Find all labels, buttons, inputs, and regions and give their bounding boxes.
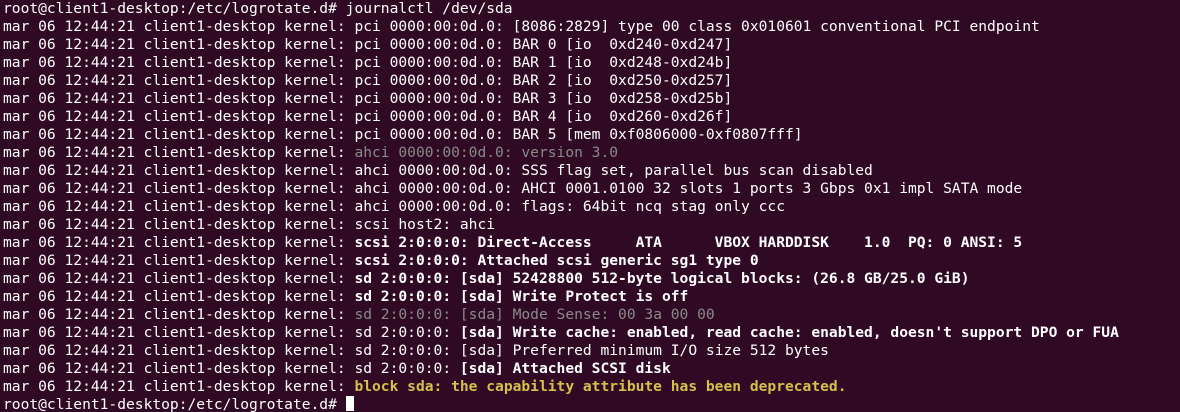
log-prefix: mar 06 12:44:21 client1-desktop kernel: bbox=[3, 18, 355, 35]
terminal-window[interactable]: root@client1-desktop:/etc/logrotate.d# j… bbox=[0, 0, 1180, 412]
log-message: ahci 0000:00:0d.0: SSS flag set, paralle… bbox=[354, 162, 873, 179]
log-line: mar 06 12:44:21 client1-desktop kernel: … bbox=[0, 270, 1180, 288]
log-line: mar 06 12:44:21 client1-desktop kernel: … bbox=[0, 18, 1180, 36]
log-message: sd 2:0:0:0: [sda] 52428800 512-byte logi… bbox=[354, 270, 970, 287]
log-message: pci 0000:00:0d.0: BAR 4 [io 0xd260-0xd26… bbox=[354, 108, 733, 125]
log-message: [sda] Write cache: enabled, read cache: … bbox=[459, 324, 1119, 341]
log-line: mar 06 12:44:21 client1-desktop kernel: … bbox=[0, 144, 1180, 162]
log-message: ahci 0000:00:0d.0: flags: 64bit ncq stag… bbox=[354, 198, 785, 215]
log-line: mar 06 12:44:21 client1-desktop kernel: … bbox=[0, 162, 1180, 180]
log-line: mar 06 12:44:21 client1-desktop kernel: … bbox=[0, 36, 1180, 54]
log-line: mar 06 12:44:21 client1-desktop kernel: … bbox=[0, 378, 1180, 396]
log-prefix: mar 06 12:44:21 client1-desktop kernel: bbox=[3, 378, 355, 395]
log-message: Mode Sense: 00 3a 00 00 bbox=[503, 306, 715, 323]
log-source: sd 2:0:0:0: bbox=[354, 360, 460, 377]
log-message: pci 0000:00:0d.0: BAR 2 [io 0xd250-0xd25… bbox=[354, 72, 733, 89]
log-prefix: mar 06 12:44:21 client1-desktop kernel: bbox=[3, 288, 355, 305]
log-message: scsi 2:0:0:0: Direct-Access ATA VBOX HAR… bbox=[354, 234, 1023, 251]
log-message: scsi host2: ahci bbox=[354, 216, 496, 233]
prompt-text: root@client1-desktop:/etc/logrotate.d# bbox=[3, 396, 346, 412]
log-prefix: mar 06 12:44:21 client1-desktop kernel: bbox=[3, 162, 355, 179]
log-line: mar 06 12:44:21 client1-desktop kernel: … bbox=[0, 234, 1180, 252]
log-source: sd 2:0:0:0: [sda] bbox=[354, 306, 504, 323]
log-message: sd 2:0:0:0: [sda] Write Protect is off bbox=[354, 288, 689, 305]
log-prefix: mar 06 12:44:21 client1-desktop kernel: bbox=[3, 180, 355, 197]
log-line: mar 06 12:44:21 client1-desktop kernel: … bbox=[0, 306, 1180, 324]
log-prefix: mar 06 12:44:21 client1-desktop kernel: bbox=[3, 54, 355, 71]
log-prefix: mar 06 12:44:21 client1-desktop kernel: bbox=[3, 108, 355, 125]
log-prefix: mar 06 12:44:21 client1-desktop kernel: bbox=[3, 126, 355, 143]
log-line: mar 06 12:44:21 client1-desktop kernel: … bbox=[0, 180, 1180, 198]
log-message: ahci 0000:00:0d.0: version 3.0 bbox=[354, 144, 619, 161]
log-prefix: mar 06 12:44:21 client1-desktop kernel: bbox=[3, 90, 355, 107]
log-line: mar 06 12:44:21 client1-desktop kernel: … bbox=[0, 324, 1180, 342]
log-message: block sda: the capability attribute has … bbox=[354, 378, 847, 395]
log-prefix: mar 06 12:44:21 client1-desktop kernel: bbox=[3, 144, 355, 161]
log-message: pci 0000:00:0d.0: BAR 1 [io 0xd248-0xd24… bbox=[354, 54, 733, 71]
log-prefix: mar 06 12:44:21 client1-desktop kernel: bbox=[3, 306, 355, 323]
log-source: sd 2:0:0:0: bbox=[354, 324, 460, 341]
log-source: sd 2:0:0:0: bbox=[354, 342, 460, 359]
log-line: mar 06 12:44:21 client1-desktop kernel: … bbox=[0, 108, 1180, 126]
log-message: scsi 2:0:0:0: Attached scsi generic sg1 … bbox=[354, 252, 759, 269]
log-line: mar 06 12:44:21 client1-desktop kernel: … bbox=[0, 216, 1180, 234]
log-message: ahci 0000:00:0d.0: AHCI 0001.0100 32 slo… bbox=[354, 180, 1023, 197]
log-message: [sda] Attached SCSI disk bbox=[459, 360, 671, 377]
log-line: mar 06 12:44:21 client1-desktop kernel: … bbox=[0, 342, 1180, 360]
log-prefix: mar 06 12:44:21 client1-desktop kernel: bbox=[3, 342, 355, 359]
log-line: mar 06 12:44:21 client1-desktop kernel: … bbox=[0, 288, 1180, 306]
log-message: [sda] Preferred minimum I/O size 512 byt… bbox=[459, 342, 829, 359]
log-prefix: mar 06 12:44:21 client1-desktop kernel: bbox=[3, 270, 355, 287]
log-prefix: mar 06 12:44:21 client1-desktop kernel: bbox=[3, 324, 355, 341]
log-prefix: mar 06 12:44:21 client1-desktop kernel: bbox=[3, 36, 355, 53]
log-line: mar 06 12:44:21 client1-desktop kernel: … bbox=[0, 360, 1180, 378]
log-prefix: mar 06 12:44:21 client1-desktop kernel: bbox=[3, 198, 355, 215]
text-cursor bbox=[345, 396, 354, 411]
log-line: mar 06 12:44:21 client1-desktop kernel: … bbox=[0, 72, 1180, 90]
log-message: pci 0000:00:0d.0: BAR 0 [io 0xd240-0xd24… bbox=[354, 36, 733, 53]
log-line: mar 06 12:44:21 client1-desktop kernel: … bbox=[0, 252, 1180, 270]
log-message: pci 0000:00:0d.0: BAR 5 [mem 0xf0806000-… bbox=[354, 126, 803, 143]
log-prefix: mar 06 12:44:21 client1-desktop kernel: bbox=[3, 360, 355, 377]
shell-prompt[interactable]: root@client1-desktop:/etc/logrotate.d# bbox=[0, 396, 1180, 412]
log-message: pci 0000:00:0d.0: BAR 3 [io 0xd258-0xd25… bbox=[354, 90, 733, 107]
log-line: mar 06 12:44:21 client1-desktop kernel: … bbox=[0, 54, 1180, 72]
log-message: pci 0000:00:0d.0: [8086:2829] type 00 cl… bbox=[354, 18, 1040, 35]
log-prefix: mar 06 12:44:21 client1-desktop kernel: bbox=[3, 72, 355, 89]
log-line: mar 06 12:44:21 client1-desktop kernel: … bbox=[0, 90, 1180, 108]
log-prefix: mar 06 12:44:21 client1-desktop kernel: bbox=[3, 216, 355, 233]
command-line: root@client1-desktop:/etc/logrotate.d# j… bbox=[3, 0, 513, 17]
log-prefix: mar 06 12:44:21 client1-desktop kernel: bbox=[3, 234, 355, 251]
log-line: mar 06 12:44:21 client1-desktop kernel: … bbox=[0, 198, 1180, 216]
log-line: mar 06 12:44:21 client1-desktop kernel: … bbox=[0, 126, 1180, 144]
log-prefix: mar 06 12:44:21 client1-desktop kernel: bbox=[3, 252, 355, 269]
